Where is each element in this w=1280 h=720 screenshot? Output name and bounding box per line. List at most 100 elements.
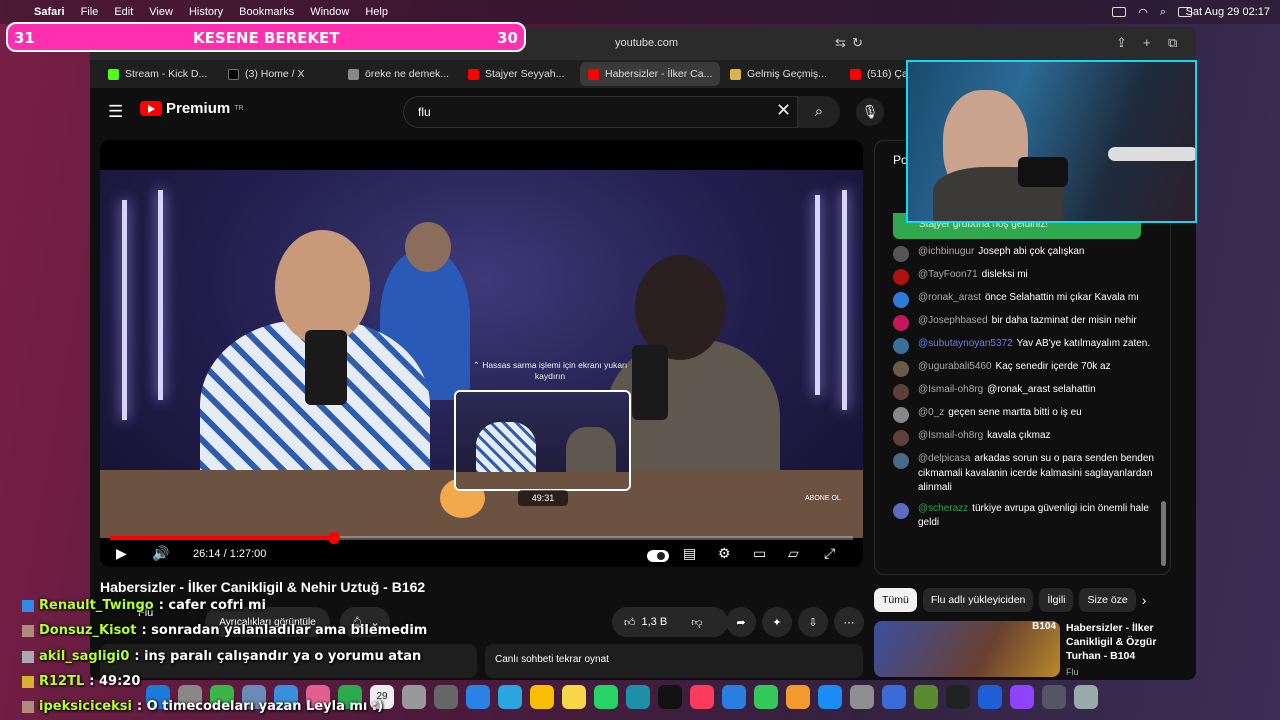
status-icon[interactable] [1112,7,1127,17]
tv-icon[interactable] [658,685,682,709]
tab-overview-icon[interactable]: ⧉ [1168,35,1177,51]
avatar[interactable] [893,430,909,446]
search-input[interactable]: flu [403,96,798,128]
chat-author[interactable]: @subutaynoyan5372 [918,338,1013,349]
tab-kick[interactable]: Stream - Kick D... [100,62,218,86]
chip-all[interactable]: Tümü [874,588,917,612]
address-bar[interactable]: youtube.com [615,37,678,49]
new-tab-icon[interactable]: + [1143,35,1151,50]
menu-window[interactable]: Window [310,6,349,18]
like-count[interactable]: 1,3 B [642,616,668,628]
menu-clock[interactable]: Sat Aug 29 02:17 [1186,6,1270,18]
miniplayer-icon[interactable]: ▭ [753,545,766,562]
tab-google[interactable]: öreke ne demek... [340,62,458,86]
replay-chat-button[interactable]: Canlı sohbeti tekrar oynat [485,644,863,678]
chip-uploader[interactable]: Flu adlı yükleyiciden [922,588,1034,612]
chat-author[interactable]: @scherazz [918,503,968,514]
clear-search-icon[interactable]: ✕ [776,100,791,121]
reload-icon[interactable]: ↻ [852,35,863,51]
obs-icon[interactable] [946,685,970,709]
chat-author[interactable]: @0_z [918,407,944,418]
menu-app-name[interactable]: Safari [34,6,65,18]
wd-icon[interactable] [978,685,1002,709]
app-icon[interactable] [914,685,938,709]
avatar[interactable] [893,502,909,519]
chip-for-you[interactable]: Size öze [1079,588,1136,612]
progress-knob[interactable] [328,532,341,544]
fullscreen-icon[interactable]: ⤢ [824,545,835,562]
keynote-icon[interactable] [722,685,746,709]
youtube-logo[interactable]: Premium TR [140,100,244,117]
whatsapp-icon[interactable] [594,685,618,709]
chat-author[interactable]: @Josephbased [918,315,988,326]
wifi-icon[interactable]: ◠ [1138,6,1148,19]
cast-icon[interactable]: ▱ [788,545,799,562]
avatar[interactable] [893,453,909,469]
stocks-icon[interactable] [626,685,650,709]
video-player[interactable]: ABONE OL ⌃ Hassas sarma işlemi için ekra… [100,140,863,567]
menu-edit[interactable]: Edit [114,6,133,18]
menu-history[interactable]: History [189,6,223,18]
video-thumbnail[interactable]: B104 [874,621,1060,677]
notes-icon[interactable] [562,685,586,709]
translate-icon[interactable]: ⇆ [835,35,846,51]
system-settings-icon[interactable] [850,685,874,709]
tab-gelmis[interactable]: Gelmiş Geçmiş... [722,62,840,86]
recommended-channel[interactable]: Flu [1066,667,1079,677]
avatar[interactable] [893,407,909,423]
voice-search-button[interactable]: 🎙 [856,98,884,126]
share-button[interactable]: ➦ [726,607,756,637]
menu-file[interactable]: File [81,6,99,18]
tab-x[interactable]: (3) Home / X [220,62,338,86]
avatar[interactable] [893,269,909,285]
chip-related[interactable]: İlgili [1039,588,1074,612]
more-button[interactable]: ⋯ [834,607,864,637]
avatar[interactable] [893,246,909,262]
subtitles-icon[interactable]: ▤ [683,545,696,562]
tab-youtube-stajyer[interactable]: Stajyer Seyyah... [460,62,578,86]
music-icon[interactable] [690,685,714,709]
avatar[interactable] [893,315,909,331]
reminders-icon[interactable] [434,685,458,709]
safari-icon[interactable] [466,685,490,709]
numbers-icon[interactable] [754,685,778,709]
recommended-video[interactable]: B104 Habersizler - İlker Canikligil & Öz… [874,621,1171,677]
chat-author[interactable]: @TayFoon71 [918,269,978,280]
search-button[interactable]: ⌕ [798,96,840,128]
progress-bar[interactable] [110,532,853,544]
menu-view[interactable]: View [149,6,173,18]
autoplay-toggle[interactable] [647,550,669,562]
ask-button[interactable]: ✦ [762,607,792,637]
volume-icon[interactable]: 🔊 [152,545,169,562]
chat-scrollbar[interactable] [1161,501,1166,566]
menu-bookmarks[interactable]: Bookmarks [239,6,294,18]
telegram-icon[interactable] [498,685,522,709]
chat-author[interactable]: @delpicasa [918,453,970,464]
like-icon[interactable]: 👍︎ [624,616,636,629]
avatar[interactable] [893,292,909,308]
dislike-icon[interactable]: 👎︎ [691,616,702,629]
chat-author[interactable]: @Ismail-oh8rg [918,384,983,395]
contacts-icon[interactable] [402,685,426,709]
pages-icon[interactable] [786,685,810,709]
chat-author[interactable]: @ugurabali5460 [918,361,992,372]
app-store-icon[interactable] [818,685,842,709]
settings-icon[interactable]: ⚙ [718,545,731,562]
tab-youtube-habersizler[interactable]: Habersizler - İlker Ca... [580,62,720,86]
download-button[interactable]: ⇩ [798,607,828,637]
chrome-icon[interactable] [530,685,554,709]
avatar[interactable] [893,384,909,400]
menu-icon[interactable]: ☰ [108,102,123,122]
downloads-icon[interactable] [1042,685,1066,709]
avatar[interactable] [893,361,909,377]
chat-author[interactable]: @ronak_arast [918,292,981,303]
grid-app-icon[interactable] [1010,685,1034,709]
share-icon[interactable]: ⇪ [1116,35,1127,51]
recommended-title[interactable]: Habersizler - İlker Canikligil & Özgür T… [1066,621,1171,663]
chat-author[interactable]: @ichbinugur [918,246,974,257]
preview-icon[interactable] [882,685,906,709]
search-icon[interactable]: ⌕ [1160,6,1166,19]
chat-author[interactable]: @Ismail-oh8rg [918,430,983,441]
chevron-right-icon[interactable]: › [1142,592,1147,608]
play-icon[interactable]: ▶ [116,545,127,562]
